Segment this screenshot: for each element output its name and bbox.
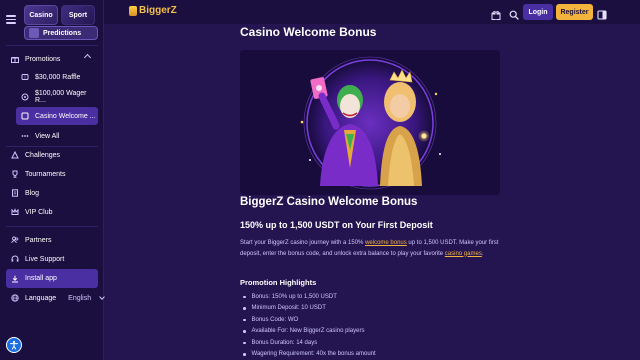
headset-icon xyxy=(11,255,19,263)
list-item: Bonus: 150% up to 1,500 USDT xyxy=(240,291,502,303)
accessibility-icon[interactable] xyxy=(6,337,22,353)
divider xyxy=(6,45,98,46)
divider xyxy=(6,226,98,227)
chevron-up-icon[interactable] xyxy=(83,53,92,62)
list-item: Wagering Requirement: 40x the bonus amou… xyxy=(240,349,502,360)
login-button[interactable]: Login xyxy=(523,4,553,20)
register-button[interactable]: Register xyxy=(556,4,593,20)
sidebar-item-casino-welcome[interactable]: Casino Welcome ... xyxy=(16,107,98,125)
main-content: Casino Welcome Bonus BiggerZ Casino Welc… xyxy=(104,24,640,360)
predictions-icon xyxy=(29,28,39,38)
sidebar-item-label: $100,000 Wager R... xyxy=(35,90,87,104)
bonus-heading: BiggerZ Casino Welcome Bonus xyxy=(240,196,418,208)
casino-chip-icon xyxy=(21,112,29,120)
list-item: Bonus Duration: 14 days xyxy=(240,337,502,349)
language-selector[interactable]: Language English xyxy=(6,291,105,305)
more-icon xyxy=(21,132,29,140)
sidebar-item-wager-race[interactable]: $100,000 Wager R... xyxy=(16,88,98,106)
sidebar: Casino Sport Predictions Promotions $30,… xyxy=(0,0,105,360)
tab-sport[interactable]: Sport xyxy=(61,5,95,25)
logo-icon xyxy=(129,5,137,16)
sidebar-item-label: View All xyxy=(35,132,60,140)
sidebar-item-label: Challenges xyxy=(25,151,61,159)
globe-icon xyxy=(11,294,19,302)
sidebar-item-live-support[interactable]: Live Support xyxy=(6,250,98,268)
list-item: Available For: New BiggerZ casino player… xyxy=(240,326,502,338)
tab-sport-label: Sport xyxy=(68,11,88,19)
crown-icon xyxy=(11,208,19,216)
sidebar-item-blog[interactable]: Blog xyxy=(6,184,98,202)
sidebar-item-challenges[interactable]: Challenges xyxy=(6,146,98,164)
sidebar-toggle-icon[interactable] xyxy=(597,7,607,20)
challenge-icon xyxy=(11,151,19,159)
sidebar-item-label: Live Support xyxy=(25,255,65,263)
logo-text: BiggerZ xyxy=(139,5,177,16)
list-item: Minimum Deposit: 10 USDT xyxy=(240,303,502,315)
sidebar-item-tournaments[interactable]: Tournaments xyxy=(6,165,98,183)
tab-casino-label: Casino xyxy=(29,11,53,19)
list-item: Bonus Code: WO xyxy=(240,314,502,326)
language-value: English xyxy=(68,294,92,302)
hero-illustration xyxy=(240,50,500,195)
ticket-icon xyxy=(21,73,29,81)
hero-banner xyxy=(240,50,500,195)
page-title: Casino Welcome Bonus xyxy=(240,25,377,39)
sidebar-item-promotions[interactable]: Promotions xyxy=(6,50,98,68)
tab-casino[interactable]: Casino xyxy=(24,5,58,25)
predictions-button[interactable]: Predictions xyxy=(24,26,98,40)
bonus-subheading: 150% up to 1,500 USDT on Your First Depo… xyxy=(240,220,433,230)
sidebar-item-label: Casino Welcome ... xyxy=(35,112,96,120)
download-icon xyxy=(11,275,19,283)
logo[interactable]: BiggerZ xyxy=(129,5,177,16)
welcome-bonus-link[interactable]: welcome bonus xyxy=(365,240,407,246)
sidebar-item-label: Partners xyxy=(25,236,52,244)
sidebar-item-label: $30,000 Raffle xyxy=(35,73,81,81)
sidebar-item-view-all[interactable]: View All xyxy=(16,127,98,145)
gift-icon[interactable] xyxy=(491,7,501,20)
predictions-label: Predictions xyxy=(43,29,82,37)
install-app-button[interactable]: Install app xyxy=(6,269,98,288)
sidebar-item-label: Tournaments xyxy=(25,170,66,178)
search-icon[interactable] xyxy=(509,7,519,20)
highlights-heading: Promotion Highlights xyxy=(240,278,317,287)
sidebar-item-label: VIP Club xyxy=(25,208,53,216)
trophy-icon xyxy=(11,170,19,178)
intro-paragraph: Start your BiggerZ casino journey with a… xyxy=(240,238,502,259)
users-icon xyxy=(11,236,19,244)
document-icon xyxy=(11,189,19,197)
casino-games-link[interactable]: casino games xyxy=(445,251,482,257)
intro-text: Start your BiggerZ casino journey with a… xyxy=(240,240,366,246)
race-icon xyxy=(21,93,29,101)
sidebar-item-raffle[interactable]: $30,000 Raffle xyxy=(16,68,98,86)
intro-text: . xyxy=(481,250,484,257)
sidebar-item-label: Promotions xyxy=(25,55,61,63)
sidebar-item-partners[interactable]: Partners xyxy=(6,231,98,249)
highlights-list: Bonus: 150% up to 1,500 USDT Minimum Dep… xyxy=(240,291,502,360)
language-label: Language xyxy=(25,294,57,302)
menu-icon[interactable] xyxy=(6,15,16,24)
sidebar-item-vip-club[interactable]: VIP Club xyxy=(6,203,98,221)
gift-icon xyxy=(11,55,19,63)
install-app-label: Install app xyxy=(25,275,57,282)
sidebar-item-label: Blog xyxy=(25,189,40,197)
top-header: BiggerZ Login Register xyxy=(104,0,640,24)
